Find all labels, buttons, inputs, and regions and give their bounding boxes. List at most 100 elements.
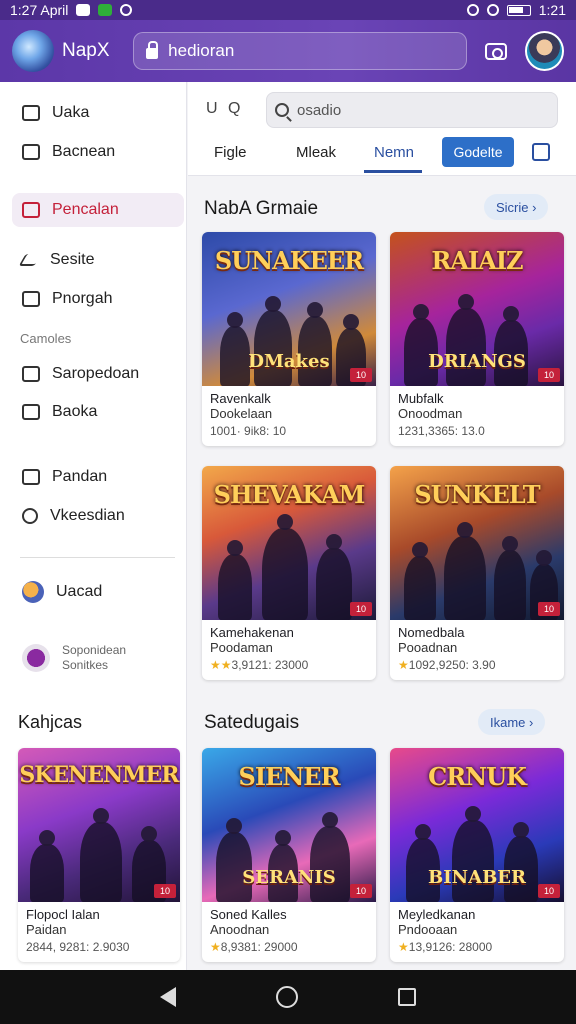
pencil-icon [18,254,42,266]
folder-icon [22,291,40,307]
sidebar-item-label: Pandan [52,468,108,485]
godelte-button[interactable]: Godelte [442,137,514,167]
lock-icon [146,40,159,59]
tab-figle[interactable]: Figle [214,144,247,161]
app-logo[interactable] [12,30,54,72]
search-icon [275,103,289,117]
sidebar-item-label: Bacnean [52,143,116,160]
sidebar-section-label: Camoles [20,331,72,346]
game-card[interactable]: RAIAIZ DRIANGS 10 Mubfalk Onoodman 1231,… [390,232,564,446]
card-meta-text: 13,9126: 28000 [408,940,493,954]
sidebar-item-pencalan[interactable]: Pencalan [12,193,184,227]
home-button-icon[interactable] [276,986,298,1008]
star-icon: ★ [398,940,409,954]
see-all-button[interactable]: Sicrie › [484,194,549,220]
sidebar-item-label: Pencalan [52,201,119,218]
sidebar-item-sesite[interactable]: Sesite [12,243,184,277]
card-title: Soned Kalles [210,907,287,922]
search-placeholder: osadio [297,101,342,119]
sidebar-item-label: Pnorgah [52,290,113,307]
sidebar: Uaka Bacnean Pencalan Sesite Pnorgah Cam… [0,82,187,970]
card-info: Kamehakenan Poodaman ★★3,9121: 23000 [202,620,376,678]
sidebar-item-label: Saropedoan [52,365,140,382]
character-figure [444,522,486,620]
sidebar-item-pnorgah[interactable]: Pnorgah [12,282,184,316]
game-art-title: RAIAIZ [431,246,523,275]
game-card[interactable]: SUNAKEER DMakes 10 Ravenkalk Dookelaan 1… [202,232,376,446]
character-figure [316,534,352,620]
game-art-title: SUNKELT [414,480,540,509]
star-icon: ★★ [210,658,232,672]
game-card[interactable]: CRNUK BINABER 10 Meyledkanan Pndooaan ★1… [390,748,564,962]
app-name: NapX [62,40,110,61]
card-meta: ★1092,9250: 3.90 [398,658,556,673]
character-figure [310,812,350,902]
toolbar-mini-icons[interactable]: U Q [206,100,243,118]
camera-icon[interactable] [484,42,507,60]
card-meta-text: 1092,9250: 3.90 [408,658,496,672]
notification-icon [76,4,91,16]
card-subtitle: Pndooaan [398,922,458,937]
app-bar: NapX hedioran [0,20,576,82]
card-subtitle: Poodaman [210,640,273,655]
card-info: Mubfalk Onoodman 1231,3365: 13.0 [390,386,564,444]
sidebar-item-label: Uaka [52,104,90,121]
home-icon [22,105,40,121]
sidebar-item-saropedoan[interactable]: Saropedoan [12,357,184,391]
url-field[interactable]: hedioran [133,32,467,70]
search-input[interactable]: osadio [266,92,558,128]
bag-icon[interactable] [532,143,550,161]
sidebar-promo-title: Kahjcas [18,712,83,732]
star-icon: ★ [398,658,409,672]
recents-icon[interactable] [398,988,416,1006]
main-content: U Q osadio Figle Mleak Nemn Godelte NabA… [188,82,576,970]
back-icon[interactable] [160,987,176,1007]
rating-badge: 10 [350,602,372,616]
sidebar-item-label: Vkeesdian [50,507,125,524]
tab-mleak[interactable]: Mleak [296,144,336,161]
game-art: SUNKELT 10 [390,466,564,620]
sidebar-item-bacnean[interactable]: Bacnean [12,135,184,169]
card-meta-text: 3,9121: 23000 [231,658,309,672]
sidebar-item-baoka[interactable]: Baoka [12,395,184,429]
sidebar-profile[interactable]: Soponidean Sonitkes [12,638,184,678]
toolbar: U Q osadio Figle Mleak Nemn Godelte [188,82,576,176]
game-art-title: SHEVAKAM [213,480,366,509]
card-title: Ravenkalk [210,391,271,406]
character-figure [30,830,64,902]
card-title: Mubfalk [398,391,444,406]
avatar[interactable] [524,31,565,71]
tab-nemn[interactable]: Nemn [374,144,414,161]
game-art: SKENENMER 10 [18,748,180,902]
card-info: Nomedbala Pooadnan ★1092,9250: 3.90 [390,620,564,678]
promo-game-card[interactable]: SKENENMER 10 Flopocl Ialan Paidan 2844, … [18,748,180,962]
system-nav-bar [0,970,576,1024]
character-figure [262,514,308,620]
card-subtitle: Dookelaan [210,406,273,421]
sidebar-item-vkeesdian[interactable]: Vkeesdian [12,499,184,533]
game-card[interactable]: SUNKELT 10 Nomedbala Pooadnan ★1092,9250… [390,466,564,680]
sidebar-item-pandan[interactable]: Pandan [12,460,184,494]
section-title: NabA Grmaie [204,198,319,219]
see-all-button[interactable]: Ikame › [478,709,546,735]
game-notification-icon [120,4,133,16]
rating-badge: 10 [538,368,560,382]
status-right-time: 1:21 [538,2,566,18]
character-figure [80,808,122,902]
sidebar-item-uaka[interactable]: Uaka [12,96,184,130]
battery-icon [506,4,531,16]
game-card[interactable]: SHEVAKAM 10 Kamehakenan Poodaman ★★3,912… [202,466,376,680]
window-icon [22,144,40,160]
card-title: Meyledkanan [398,907,476,922]
status-time: 1:27 April [10,2,69,18]
sidebar-item-uacad[interactable]: Uacad [12,575,184,609]
card-info: Meyledkanan Pndooaan ★13,9126: 28000 [390,902,564,960]
card-title: Kamehakenan [210,625,294,640]
house-icon [22,202,40,218]
game-card[interactable]: SIENER SERANIS 10 Soned Kalles Anoodnan … [202,748,376,962]
card-subtitle: Pooadnan [398,640,458,655]
card-title: Nomedbala [398,625,465,640]
app-notification-icon [98,4,113,16]
card-meta: 1231,3365: 13.0 [398,424,485,438]
alarm-icon [466,4,479,16]
